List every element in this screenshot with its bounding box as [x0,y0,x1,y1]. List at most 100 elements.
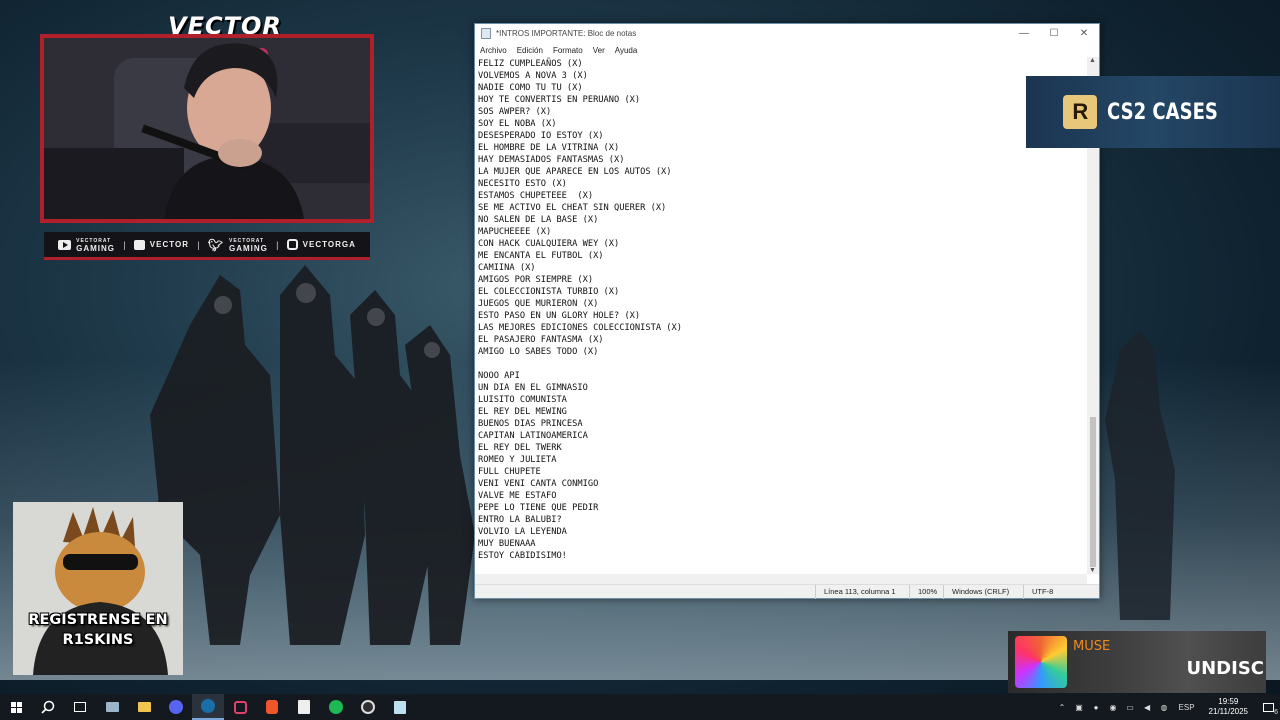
social-label: GAMING [76,243,115,253]
taskbar-app-notepad[interactable] [384,694,416,720]
taskbar-app-discord[interactable] [160,694,192,720]
taskbar-app-folder[interactable] [128,694,160,720]
text-line: AMIGO LO SABES TODO (X) [478,347,599,357]
file-manager-icon [137,702,151,712]
obs-icon [361,700,375,714]
scroll-down-icon[interactable]: ▼ [1089,567,1096,574]
windows-start-icon [10,701,22,713]
cs2-cases-label: CS2 CASES [1107,99,1219,125]
task-view-button[interactable] [64,694,96,720]
text-line: ME ENCANTA EL FUTBOL (X) [478,251,604,261]
chevron-up-icon[interactable]: ⌃ [1054,703,1071,712]
menu-formato[interactable]: Formato [553,46,583,55]
text-line: CON HACK CUALQUIERA WEY (X) [478,239,620,249]
text-line: VALVE ME ESTAFO [478,491,557,501]
now-playing-widget: MUSE UNDISC [1008,631,1266,693]
text-line: HOY TE CONVERTIS EN PERUANO (X) [478,95,641,105]
taskbar-app-epic[interactable] [288,694,320,720]
taskbar-app-red[interactable] [224,694,256,720]
app-icon [233,700,247,714]
text-line: FULL CHUPETE [478,467,541,477]
zoom-level: 100% [909,584,943,599]
text-line: NOOO API [478,371,520,381]
menu-edicion[interactable]: Edición [517,46,543,55]
microphone-icon[interactable]: ● [1088,703,1105,712]
text-line: CAPITAN LATINOAMERICA [478,431,588,441]
social-youtube: VECTORAT GAMING [58,238,115,252]
close-button[interactable]: ✕ [1069,24,1099,43]
social-links-bar: VECTORAT GAMING | VECTOR | 🐦︎ VECTORAT GAM… [44,232,370,260]
cursor-position: Línea 113, columna 1 [815,584,909,599]
epic-games-icon [298,700,310,714]
text-line: EL REY DEL MEWING [478,407,567,417]
separator: | [197,239,200,250]
text-line: MAPUCHEEEE (X) [478,227,552,237]
twitter-icon: 🐦︎ [207,237,224,252]
text-line: VOLVIO LA LEYENDA [478,527,567,537]
text-line: NADIE COMO TU TU (X) [478,83,583,93]
text-line: LA MUJER QUE APARECE EN LOS AUTOS (X) [478,167,672,177]
horizontal-scrollbar[interactable] [475,574,1087,584]
tray-record-icon[interactable]: ◉ [1105,703,1122,712]
text-line: EL HOMBRE DE LA VITRINA (X) [478,143,620,153]
text-line: EL COLECCIONISTA TURBIO (X) [478,287,620,297]
text-line: ESTAMOS CHUPETEEE (X) [478,191,594,201]
menu-bar: Archivo Edición Formato Ver Ayuda [475,43,1099,57]
clock[interactable]: 19:59 21/11/2025 [1201,697,1256,717]
webcam-feed [40,34,374,223]
clock-date: 21/11/2025 [1208,707,1248,716]
tray-extra-icon[interactable]: ◍ [1156,703,1173,712]
notification-icon [1262,702,1274,712]
instagram-icon [286,239,298,250]
scrollbar-thumb[interactable] [1090,417,1096,567]
text-line: SE ME ACTIVO EL CHEAT SIN QUERER (X) [478,203,667,213]
taskbar-app-steam[interactable] [192,694,224,720]
network-icon[interactable]: ▭ [1122,703,1139,712]
text-line: LUISITO COMUNISTA [478,395,567,405]
text-line: NO SALEN DE LA BASE (X) [478,215,599,225]
text-line: DESESPERADO IO ESTOY (X) [478,131,604,141]
notepad-titlebar[interactable]: *INTROS IMPORTANTE: Bloc de notas — ☐ ✕ [475,24,1099,43]
menu-ver[interactable]: Ver [593,46,605,55]
taskbar-app-obs[interactable] [352,694,384,720]
notepad-icon [481,28,491,39]
maximize-button[interactable]: ☐ [1039,24,1069,43]
menu-archivo[interactable]: Archivo [480,46,507,55]
text-line: LAS MEJORES EDICIONES COLECCIONISTA (X) [478,323,682,333]
taskbar-app-spotify[interactable] [320,694,352,720]
encoding: UTF-8 [1023,584,1099,599]
scroll-up-icon[interactable]: ▲ [1089,57,1096,64]
social-twitter: 🐦︎ VECTORAT GAMING [207,237,268,253]
clock-time: 19:59 [1218,697,1239,706]
text-line: VENI VENI CANTA CONMIGO [478,479,599,489]
text-editor[interactable]: FELIZ CUMPLEAÑOS (X) VOLVEMOS A NOVA 3 (X… [475,57,1087,574]
text-line: SOY EL NOBA (X) [478,119,557,129]
search-icon [41,700,55,714]
tray-app-icon[interactable]: ▣ [1071,703,1088,712]
language-indicator[interactable]: ESP [1173,703,1201,712]
task-view-icon [74,702,86,712]
start-button[interactable] [0,694,32,720]
twitch-icon [133,239,145,250]
r-logo: R [1063,95,1098,129]
text-line: JUEGOS QUE MURIERON (X) [478,299,599,309]
minimize-button[interactable]: — [1009,24,1039,43]
text-line: SOS AWPER? (X) [478,107,552,117]
taskbar-app-explorer[interactable] [96,694,128,720]
status-bar: Línea 113, columna 1 100% Windows (CRLF)… [475,584,1099,599]
promo-text: REGISTRENSE EN R1SKINS [28,612,168,648]
social-label: GAMING [229,243,268,253]
notepad-window[interactable]: *INTROS IMPORTANTE: Bloc de notas — ☐ ✕ … [474,23,1100,599]
notification-center[interactable]: 6 [1256,702,1280,716]
menu-ayuda[interactable]: Ayuda [615,46,638,55]
text-line: PEPE LO TIENE QUE PEDIR [478,503,599,513]
text-line: ESTOY CABIDISIMO! [478,551,567,561]
volume-icon[interactable]: ◀ [1139,703,1156,712]
album-art [1015,636,1067,688]
text-line: AMIGOS POR SIEMPRE (X) [478,275,594,285]
text-line: VOLVEMOS A NOVA 3 (X) [478,71,588,81]
search-button[interactable] [32,694,64,720]
taskbar-app-brave[interactable] [256,694,288,720]
text-line [478,358,1087,370]
youtube-icon [58,239,72,250]
